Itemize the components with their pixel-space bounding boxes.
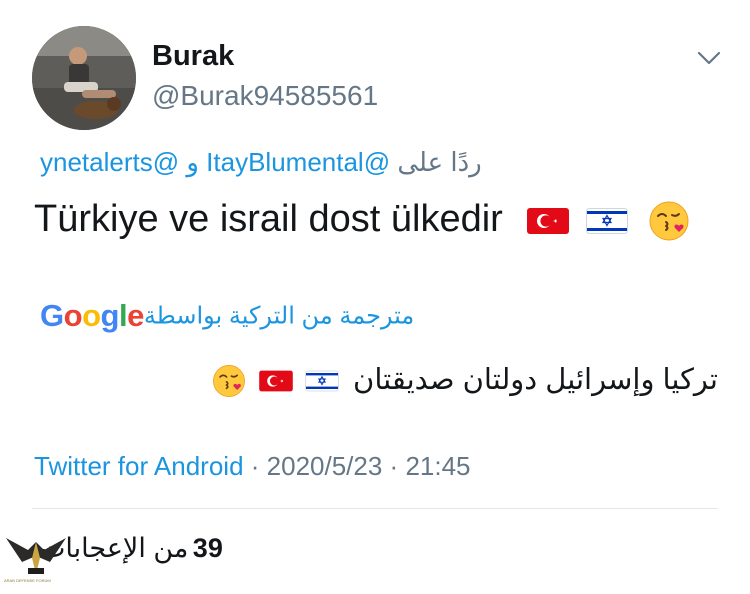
tweet-date[interactable]: 2020/5/23 bbox=[267, 451, 383, 481]
google-logo-letter: G bbox=[40, 298, 64, 333]
tweet-source[interactable]: Twitter for Android bbox=[34, 451, 244, 481]
meta-separator: · bbox=[382, 451, 406, 481]
kissing-face-heart-icon bbox=[212, 365, 245, 398]
likes-count: 39 bbox=[192, 533, 223, 563]
chevron-down-icon[interactable] bbox=[693, 44, 725, 72]
tweet-body: Türkiye ve israil dost ülkedir bbox=[34, 198, 503, 240]
kissing-face-heart-icon bbox=[649, 201, 689, 241]
tweet-meta: Twitter for Android · 2020/5/23 · 21:45 bbox=[34, 451, 471, 482]
google-logo-letter: e bbox=[127, 298, 144, 333]
divider bbox=[32, 508, 718, 509]
avatar-photo bbox=[32, 26, 136, 130]
translated-text: تركيا وإسرائيل دولتان صديقتان bbox=[212, 362, 718, 399]
tweet-text: Türkiye ve israil dost ülkedir bbox=[34, 198, 691, 243]
replying-to: ردًا على @ItayBlumental و @ynetalerts bbox=[40, 147, 540, 178]
forum-watermark-logo: ARAB DEFENSE FORUM bbox=[4, 528, 68, 588]
likes-stat[interactable]: 39 من الإعجابات bbox=[40, 533, 340, 564]
turkey-flag-icon bbox=[527, 207, 570, 234]
eagle-emblem-icon bbox=[6, 538, 66, 574]
translated-by[interactable]: مترجمة من التركية بواسطةGoogle bbox=[40, 298, 420, 338]
replying-to-label: ردًا على bbox=[397, 147, 482, 177]
israel-flag-icon bbox=[585, 207, 628, 234]
translated-body: تركيا وإسرائيل دولتان صديقتان bbox=[353, 364, 718, 396]
watermark-text: ARAB DEFENSE FORUM bbox=[4, 578, 51, 583]
mention-itayblumental[interactable]: @ItayBlumental bbox=[206, 147, 390, 177]
turkey-flag-icon bbox=[259, 370, 293, 392]
user-avatar[interactable] bbox=[32, 26, 136, 130]
google-logo: Google bbox=[40, 298, 144, 333]
google-logo-letter: o bbox=[82, 298, 101, 333]
user-handle[interactable]: @Burak94585561 bbox=[152, 80, 378, 112]
tweet-time[interactable]: 21:45 bbox=[405, 451, 470, 481]
reply-conjunction: و bbox=[186, 147, 199, 177]
google-logo-letter: o bbox=[63, 298, 83, 333]
tweet-card: Burak @Burak94585561 ردًا على @ItayBlume… bbox=[0, 0, 750, 594]
translation-label: مترجمة من التركية بواسطة bbox=[143, 302, 415, 330]
israel-flag-icon bbox=[305, 370, 339, 392]
google-logo-letter: g bbox=[100, 298, 120, 333]
mention-ynetalerts[interactable]: @ynetalerts bbox=[40, 147, 179, 177]
display-name[interactable]: Burak bbox=[152, 40, 234, 73]
google-logo-letter: l bbox=[118, 298, 128, 333]
meta-separator: · bbox=[243, 451, 267, 481]
